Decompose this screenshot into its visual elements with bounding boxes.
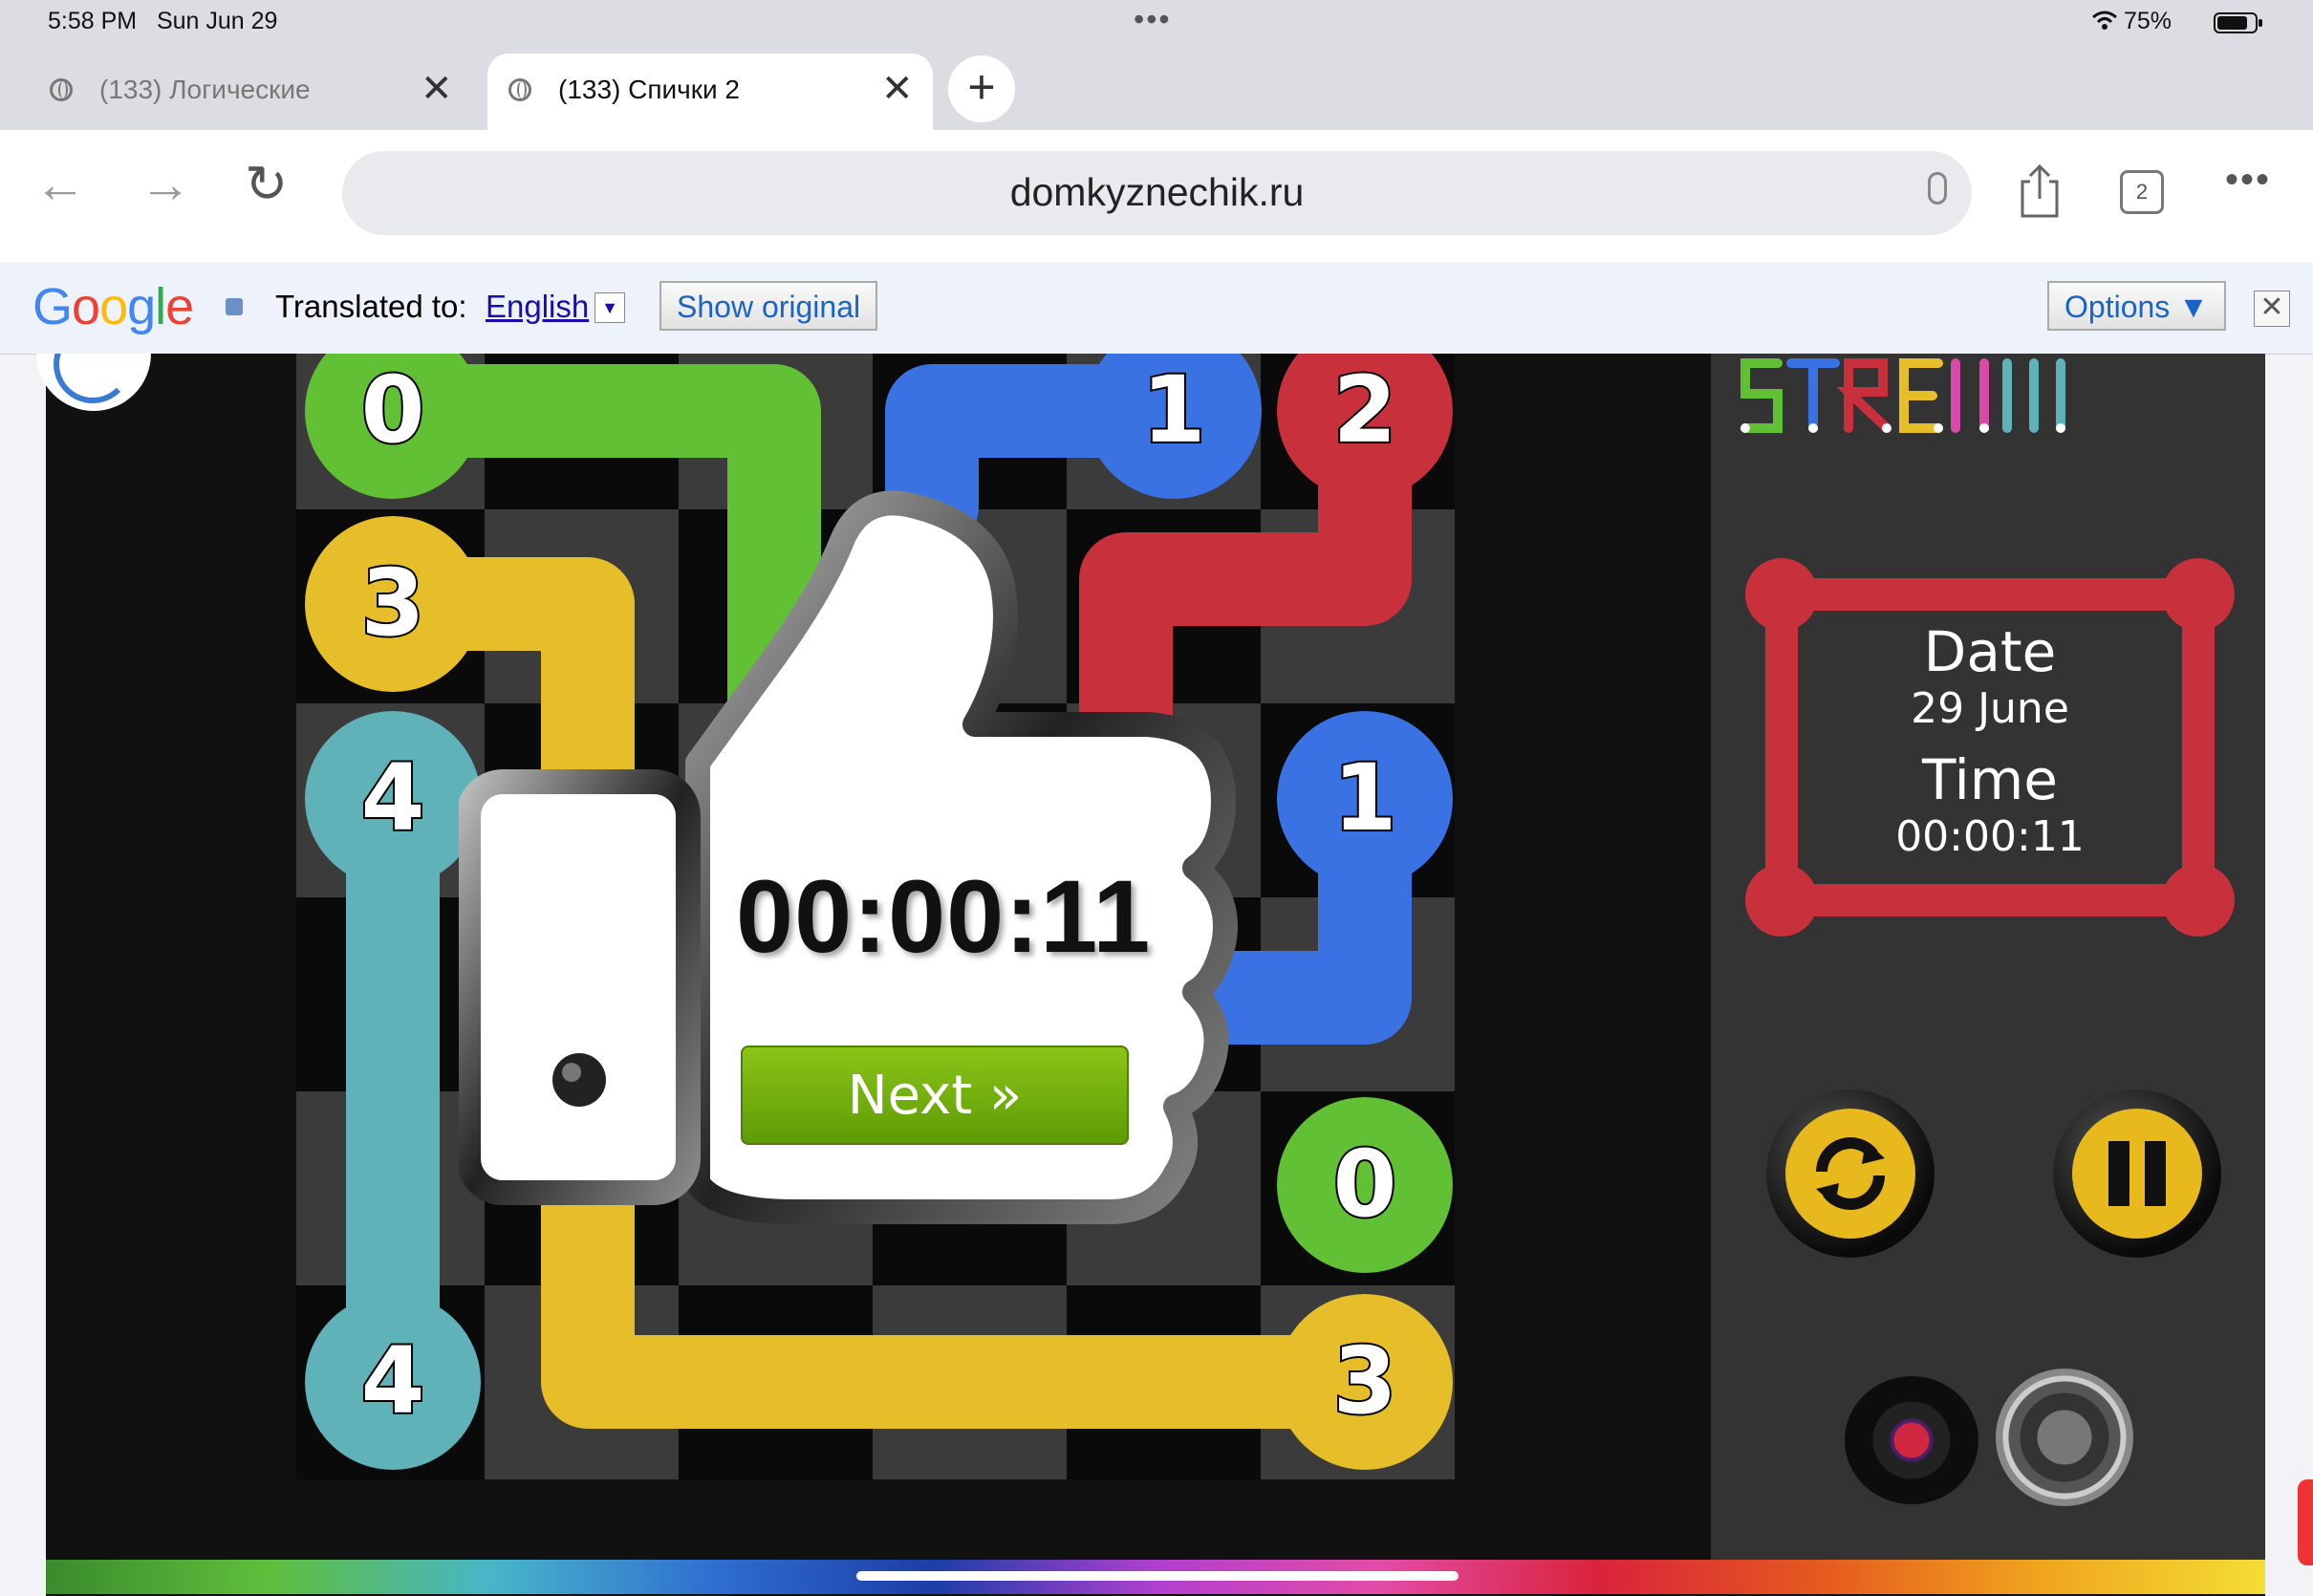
home-indicator[interactable] — [856, 1571, 1459, 1581]
time-label: Time — [1922, 747, 2058, 812]
refresh-icon — [1816, 1137, 1885, 1210]
date-value: 29 June — [1911, 684, 2069, 733]
globe-icon — [50, 78, 73, 101]
show-original-button[interactable]: Show original — [659, 281, 878, 331]
node-number: 0 — [1333, 1131, 1397, 1238]
music-record-icon[interactable] — [1845, 1376, 1978, 1504]
node-number: 1 — [1142, 356, 1206, 464]
microphone-icon[interactable] — [1928, 172, 1947, 205]
node-number: 1 — [1333, 744, 1397, 852]
navigation-bar: ← → ↻ domkyznechik.ru 2 ••• — [0, 130, 2313, 262]
status-bar: 5:58 PM Sun Jun 29 ••• 75% — [0, 0, 2313, 44]
completion-time: 00:00:11 — [736, 858, 1152, 974]
node-number: 4 — [361, 1327, 425, 1434]
url-text: domkyznechik.ru — [1009, 170, 1305, 214]
tab-spichki[interactable]: (133) Спички 2 ✕ — [487, 54, 933, 130]
more-menu-icon[interactable]: ••• — [2225, 159, 2271, 202]
close-tab-icon[interactable]: ✕ — [881, 67, 914, 111]
translate-bar: Google Translated to: English ▼ Show ori… — [0, 262, 2313, 355]
close-tab-icon[interactable]: ✕ — [421, 67, 453, 111]
node-number: 0 — [361, 356, 425, 464]
red-edge-handle[interactable] — [2298, 1479, 2313, 1565]
date-label: Date — [1923, 619, 2057, 684]
share-icon[interactable] — [2017, 162, 2063, 225]
multitask-dots-icon[interactable]: ••• — [1134, 2, 1172, 37]
options-button[interactable]: Options ▼ — [2047, 281, 2226, 331]
tab-strip: (133) Логические ✕ (133) Спички 2 ✕ + — [0, 44, 2313, 130]
node-number: 4 — [361, 744, 425, 852]
tab-count-button[interactable]: 2 — [2120, 170, 2164, 214]
next-button[interactable]: Next » — [741, 1046, 1129, 1145]
language-dropdown-icon[interactable]: ▼ — [594, 292, 625, 323]
globe-icon — [508, 78, 531, 101]
stream-logo — [1740, 358, 2065, 433]
address-bar[interactable]: domkyznechik.ru — [342, 151, 1972, 235]
node-number: 3 — [361, 550, 425, 657]
tab-count: 2 — [2135, 180, 2149, 204]
tab-label: (133) Логические — [99, 75, 311, 104]
side-panel — [1711, 354, 2265, 1560]
reload-icon[interactable]: ↻ — [245, 159, 288, 210]
battery-icon — [2214, 11, 2263, 39]
new-tab-button[interactable]: + — [948, 55, 1015, 122]
status-time: 5:58 PM Sun Jun 29 — [48, 8, 278, 34]
node-number: 3 — [1333, 1327, 1397, 1434]
node-number: 2 — [1333, 356, 1397, 464]
forward-arrow-icon[interactable]: → — [140, 159, 191, 210]
language-link[interactable]: English — [486, 289, 589, 325]
tab-label: (133) Спички 2 — [558, 75, 740, 104]
pause-button[interactable] — [2053, 1089, 2221, 1258]
battery-percent: 75% — [2124, 8, 2172, 34]
pause-icon — [2108, 1141, 2166, 1206]
time-value: 00:00:11 — [1895, 812, 2085, 861]
wifi-icon — [2091, 10, 2118, 35]
translated-to-label: Translated to: — [275, 289, 467, 324]
google-logo: Google — [32, 278, 194, 335]
speaker-icon[interactable] — [1996, 1369, 2133, 1506]
restart-button[interactable] — [1766, 1089, 1935, 1258]
close-translate-icon[interactable]: ✕ — [2254, 291, 2290, 327]
lock-icon — [226, 298, 243, 315]
back-arrow-icon[interactable]: ← — [34, 159, 86, 210]
tab-logicheskie[interactable]: (133) Логические ✕ — [0, 54, 478, 130]
